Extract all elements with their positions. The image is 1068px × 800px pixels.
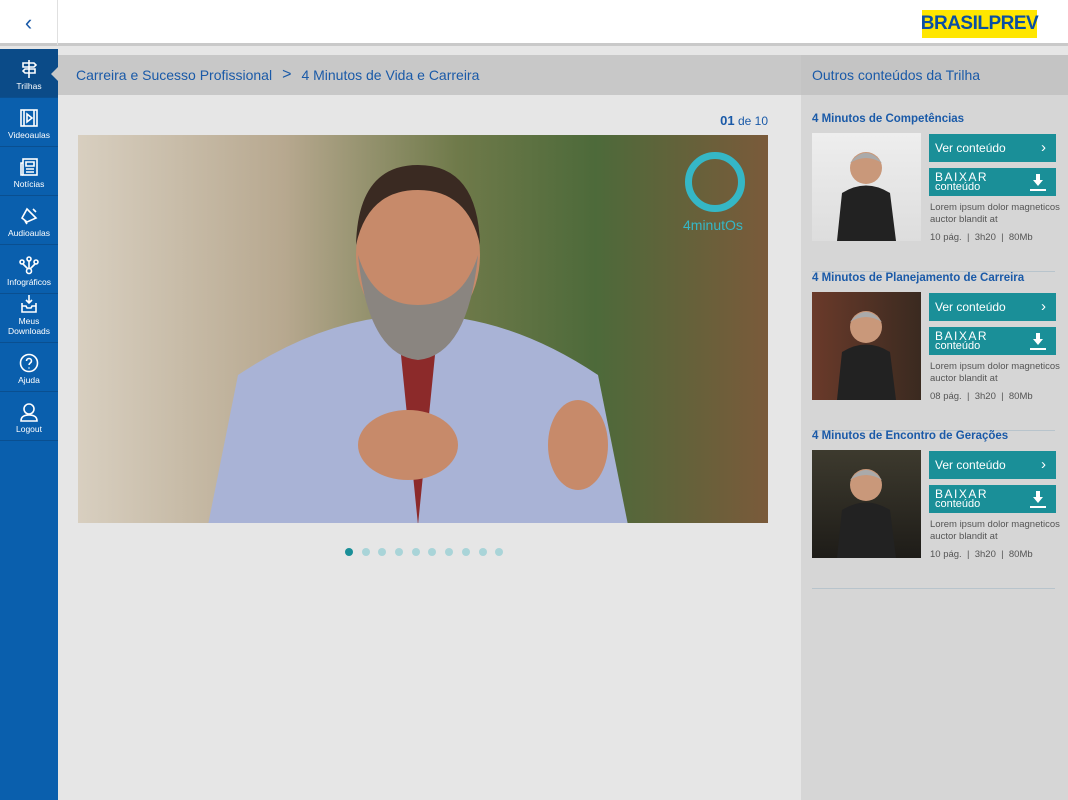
download-content-button[interactable]: BAIXAR conteúdo — [929, 326, 1056, 355]
breadcrumb-current: 4 Minutos de Vida e Carreira — [301, 67, 480, 83]
network-icon — [19, 256, 39, 275]
help-icon — [19, 353, 39, 373]
sidebar-item-label: Notícias — [13, 179, 45, 189]
sidebar-item-noticias[interactable]: Notícias — [0, 147, 58, 196]
sidebar-item-label: Ajuda — [18, 375, 40, 385]
video-icon — [20, 109, 38, 127]
sidebar-item-trilhas[interactable]: Trilhas — [0, 49, 58, 98]
4minutos-logo-icon — [685, 152, 745, 212]
breadcrumb-separator: > — [282, 66, 292, 83]
back-button[interactable]: ‹ — [0, 0, 58, 45]
card-title[interactable]: 4 Minutos de Planejamento de Carreira — [812, 272, 1024, 284]
card-description: Lorem ipsum dolor magneticos auctor blan… — [930, 519, 1060, 542]
breadcrumb: Carreira e Sucesso Profissional > 4 Minu… — [58, 55, 801, 95]
app-header: ‹ BRASILPREV — [0, 0, 1068, 46]
carousel-dot[interactable] — [461, 548, 470, 556]
sidebar-item-label: Meus Downloads — [7, 316, 51, 336]
carousel-dot[interactable] — [361, 548, 370, 556]
content-card: 4 Minutos de Encontro de Gerações Ver co… — [812, 430, 1060, 589]
chevron-right-icon: › — [1041, 297, 1046, 315]
card-meta: 08 pág. | 3h20 | 80Mb — [930, 390, 1033, 402]
chevron-left-icon: ‹ — [24, 9, 33, 35]
sidebar-item-infograficos[interactable]: Infográficos — [0, 245, 58, 294]
newspaper-icon — [20, 158, 38, 176]
button-label: Ver conteúdo — [935, 141, 1006, 155]
view-content-button[interactable]: Ver conteúdo › — [929, 134, 1056, 162]
sidebar-item-videoaulas[interactable]: Videoaulas — [0, 98, 58, 147]
sidebar-item-label: Videoaulas — [8, 130, 50, 140]
download-icon — [1030, 174, 1046, 191]
carousel-dot[interactable] — [411, 548, 420, 556]
view-content-button[interactable]: Ver conteúdo › — [929, 451, 1056, 479]
related-content-panel: Outros conteúdos da Trilha 4 Minutos de … — [801, 55, 1068, 800]
carousel-dot[interactable] — [495, 548, 504, 556]
card-description: Lorem ipsum dolor magneticos auctor blan… — [930, 360, 1060, 384]
sidebar-item-label: Infográficos — [7, 277, 51, 287]
user-icon — [20, 403, 38, 422]
card-meta: 10 pág. | 3h20 | 80Mb — [930, 549, 1033, 560]
page-total: de 10 — [737, 114, 768, 128]
chevron-right-icon: › — [1041, 456, 1046, 473]
download-icon — [1030, 491, 1046, 508]
button-label: Ver conteúdo — [935, 299, 1006, 314]
carousel-dot[interactable] — [478, 548, 487, 556]
download-content-button[interactable]: BAIXAR conteúdo — [929, 168, 1056, 196]
sidebar-item-audioaulas[interactable]: Audioaulas — [0, 196, 58, 245]
speaker-video-frame — [208, 165, 628, 523]
video-player[interactable]: 4minutOs — [78, 135, 768, 523]
content-card: 4 Minutos de Planejamento de Carreira Ve… — [812, 272, 1060, 431]
card-thumbnail[interactable] — [812, 133, 921, 241]
sidebar-item-label: Trilhas — [16, 81, 42, 91]
card-title[interactable]: 4 Minutos de Encontro de Gerações — [812, 430, 1008, 442]
carousel-dot[interactable] — [345, 548, 353, 556]
download-tray-icon — [21, 295, 37, 313]
view-content-button[interactable]: Ver conteúdo › — [929, 292, 1056, 321]
card-thumbnail[interactable] — [812, 450, 921, 558]
sidebar-item-logout[interactable]: Logout — [0, 392, 58, 441]
download-icon — [1030, 332, 1046, 350]
signpost-icon — [21, 60, 38, 78]
sidebar-item-meus-downloads[interactable]: Meus Downloads — [0, 294, 58, 343]
sidebar-item-label: Logout — [16, 424, 42, 434]
card-meta: 10 pág. | 3h20 | 80Mb — [930, 232, 1033, 243]
chevron-right-icon: › — [1041, 139, 1046, 156]
breadcrumb-item[interactable]: Carreira e Sucesso Profissional — [76, 67, 272, 83]
sidebar-item-label: Audioaulas — [7, 228, 51, 238]
card-title[interactable]: 4 Minutos de Competências — [812, 113, 964, 125]
carousel-dot[interactable] — [395, 548, 404, 556]
button-label: Ver conteúdo — [935, 458, 1006, 472]
carousel-dots — [345, 548, 504, 556]
video-logo-text: 4minutOs — [683, 217, 743, 233]
panel-title: Outros conteúdos da Trilha — [801, 55, 1068, 95]
content-card: 4 Minutos de Competências Ver conteúdo › … — [812, 113, 1060, 272]
brasilprev-logo: BRASILPREV — [921, 10, 1039, 38]
current-page: 01 — [720, 113, 735, 128]
sidebar-item-ajuda[interactable]: Ajuda — [0, 343, 58, 392]
download-content-button[interactable]: BAIXAR conteúdo — [929, 485, 1056, 513]
card-description: Lorem ipsum dolor magneticos auctor blan… — [930, 202, 1060, 225]
card-thumbnail[interactable] — [812, 291, 921, 400]
carousel-dot[interactable] — [378, 548, 387, 556]
page-counter: 01 de 10 — [700, 113, 768, 128]
speaker-icon — [20, 207, 38, 225]
sidebar: Trilhas Videoaulas Notícias Audioaulas I… — [0, 49, 58, 800]
carousel-dot[interactable] — [428, 548, 437, 556]
carousel-dot[interactable] — [445, 548, 454, 556]
